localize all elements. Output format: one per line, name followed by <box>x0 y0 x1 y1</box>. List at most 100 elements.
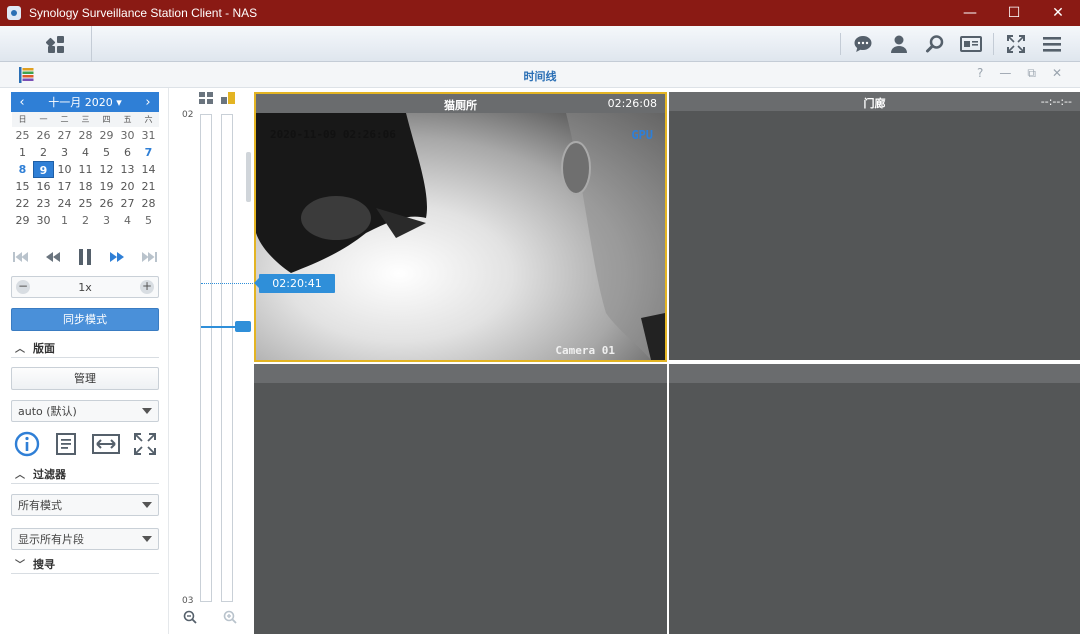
calendar-day[interactable]: 31 <box>138 127 159 144</box>
calendar-day[interactable]: 20 <box>117 178 138 195</box>
video-grid: 猫厕所 02:26:08 2020-11-09 02:26:06 GPU Cam… <box>254 92 1080 634</box>
calendar-day[interactable]: 3 <box>54 144 75 161</box>
calendar-day[interactable]: 26 <box>96 195 117 212</box>
calendar-day[interactable]: 30 <box>117 127 138 144</box>
filter-segment-select[interactable]: 显示所有片段 <box>11 528 159 550</box>
calendar-day[interactable]: 28 <box>75 127 96 144</box>
pause-button[interactable] <box>75 247 95 267</box>
details-button[interactable] <box>52 430 80 458</box>
calendar-day[interactable]: 29 <box>96 127 117 144</box>
calendar-day[interactable]: 27 <box>54 127 75 144</box>
maximize-button[interactable]: ☐ <box>992 0 1036 26</box>
camera-cell-2[interactable]: 门廊 --:--:-- <box>669 92 1080 360</box>
calendar-day[interactable]: 30 <box>33 212 54 229</box>
fullscreen-button[interactable] <box>998 26 1034 62</box>
calendar-day[interactable]: 4 <box>75 144 96 161</box>
calendar-day[interactable]: 29 <box>12 212 33 229</box>
calendar-day[interactable]: 15 <box>12 178 33 195</box>
calendar-day[interactable]: 16 <box>33 178 54 195</box>
timeline-cursor-handle[interactable] <box>235 321 251 332</box>
layout-section-header[interactable]: ︿ 版面 <box>11 338 159 358</box>
camera-cell-1[interactable]: 猫厕所 02:26:08 2020-11-09 02:26:06 GPU Cam… <box>254 92 667 362</box>
zoom-out-button[interactable] <box>183 610 197 624</box>
skip-start-icon <box>13 252 28 262</box>
next-month-button[interactable]: › <box>143 95 153 110</box>
user-button[interactable] <box>881 26 917 62</box>
calendar-day[interactable]: 5 <box>138 212 159 229</box>
rewind-button[interactable] <box>43 247 63 267</box>
page-title: 时间线 <box>523 70 557 83</box>
calendar-day[interactable]: 14 <box>138 161 159 178</box>
fit-width-button[interactable] <box>91 430 120 458</box>
calendar-day[interactable]: 17 <box>54 178 75 195</box>
fullscreen-view-button[interactable] <box>131 430 159 458</box>
calendar-day[interactable]: 11 <box>75 161 96 178</box>
calendar-day[interactable]: 25 <box>12 127 33 144</box>
timeline-scrollbar[interactable] <box>246 152 251 202</box>
speed-increase-button[interactable]: + <box>139 280 154 294</box>
calendar-day[interactable]: 7 <box>138 144 159 161</box>
calendar-day[interactable]: 2 <box>75 212 96 229</box>
info-button[interactable] <box>13 430 41 458</box>
calendar-day[interactable]: 3 <box>96 212 117 229</box>
calendar-day[interactable]: 22 <box>12 195 33 212</box>
calendar-day[interactable]: 6 <box>117 144 138 161</box>
calendar-day[interactable]: 13 <box>117 161 138 178</box>
calendar-day[interactable]: 26 <box>33 127 54 144</box>
video-osd-timestamp: 2020-11-09 02:26:06 <box>270 128 396 141</box>
calendar-day[interactable]: 10 <box>54 161 75 178</box>
calendar-day[interactable]: 5 <box>96 144 117 161</box>
panel-restore-button[interactable]: ⧉ <box>1027 66 1036 81</box>
zoom-in-button[interactable] <box>223 610 237 624</box>
search-section-header[interactable]: ﹀ 搜寻 <box>11 554 159 574</box>
calendar-day[interactable]: 24 <box>54 195 75 212</box>
info-icon <box>14 431 40 457</box>
timeline-window-header: 时间线 ? — ⧉ ✕ <box>0 62 1080 88</box>
panel-minimize-button[interactable]: — <box>999 66 1011 81</box>
calendar-day[interactable]: 28 <box>138 195 159 212</box>
calendar-day[interactable]: 1 <box>54 212 75 229</box>
camera-cell-4[interactable] <box>669 364 1080 634</box>
fast-forward-button[interactable] <box>107 247 127 267</box>
calendar-day[interactable]: 12 <box>96 161 117 178</box>
grid-view-icon[interactable] <box>199 92 213 104</box>
calendar-month-label[interactable]: 十一月 2020 ▾ <box>48 94 122 110</box>
calendar-day[interactable]: 25 <box>75 195 96 212</box>
skip-end-icon <box>142 252 157 262</box>
prev-month-button[interactable]: ‹ <box>17 95 27 110</box>
manage-button[interactable]: 管理 <box>11 367 159 390</box>
panel-close-button[interactable]: ✕ <box>1052 66 1062 81</box>
calendar-day[interactable]: 4 <box>117 212 138 229</box>
camera-cell-3[interactable] <box>254 364 667 634</box>
calendar-day[interactable]: 27 <box>117 195 138 212</box>
toolbar-divider <box>840 33 841 55</box>
calendar-day[interactable]: 23 <box>33 195 54 212</box>
calendar-day[interactable]: 21 <box>138 178 159 195</box>
skip-start-button[interactable] <box>11 247 31 267</box>
id-card-button[interactable] <box>953 26 989 62</box>
main-menu-button[interactable] <box>1034 26 1070 62</box>
calendar-day-selected[interactable]: 9 <box>33 161 54 178</box>
calendar-day[interactable]: 8 <box>12 161 33 178</box>
single-view-icon[interactable] <box>221 92 235 104</box>
calendar-day[interactable]: 2 <box>33 144 54 161</box>
timeline-track[interactable] <box>200 114 212 602</box>
minimize-button[interactable]: — <box>948 0 992 26</box>
calendar-day[interactable]: 1 <box>12 144 33 161</box>
dashboard-tab[interactable] <box>20 26 92 62</box>
timeline-track[interactable] <box>221 114 233 602</box>
search-button[interactable] <box>917 26 953 62</box>
calendar-day[interactable]: 19 <box>96 178 117 195</box>
speed-decrease-button[interactable]: − <box>16 280 30 294</box>
camera-video-feed[interactable]: 2020-11-09 02:26:06 GPU Camera 01 <box>256 113 665 360</box>
chat-button[interactable] <box>845 26 881 62</box>
sync-mode-button[interactable]: 同步模式 <box>11 308 159 331</box>
layout-select[interactable]: auto (默认) <box>11 400 159 422</box>
filter-section-header[interactable]: ︿ 过滤器 <box>11 464 159 484</box>
calendar-day[interactable]: 18 <box>75 178 96 195</box>
close-button[interactable]: ✕ <box>1036 0 1080 26</box>
filter-mode-select[interactable]: 所有模式 <box>11 494 159 516</box>
skip-end-button[interactable] <box>139 247 159 267</box>
camera-time: 02:26:08 <box>607 97 657 110</box>
help-button[interactable]: ? <box>977 66 983 81</box>
